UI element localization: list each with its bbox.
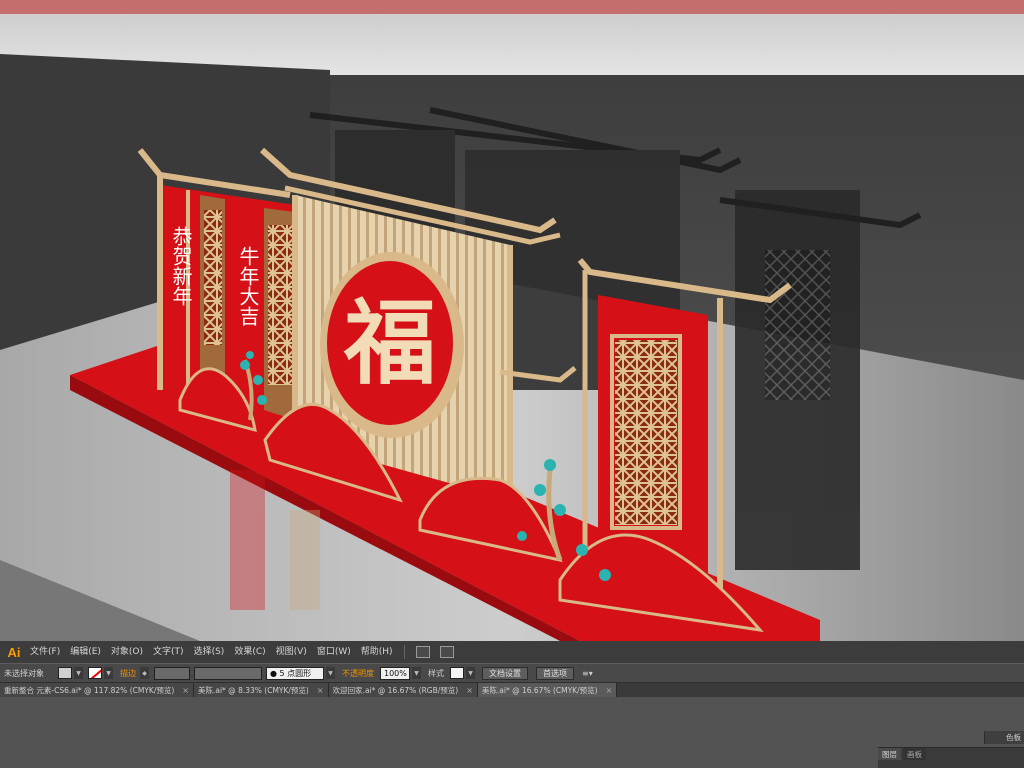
stroke-dropdown-icon[interactable]: ▼ [104, 667, 113, 679]
illustrator-ui: Ai 文件(F) 编辑(E) 对象(O) 文字(T) 选择(S) 效果(C) 视… [0, 641, 1024, 768]
document-tab-label: 美陈.ai* @ 16.67% (CMYK/预览) [481, 685, 598, 695]
variable-width-field[interactable] [194, 666, 262, 680]
menu-effect[interactable]: 效果(C) [229, 641, 270, 663]
menu-divider [403, 645, 405, 659]
brush-dot-icon: ● [270, 668, 280, 678]
canvas-workspace[interactable] [0, 697, 1024, 768]
fill-dropdown-icon[interactable]: ▼ [74, 667, 83, 679]
workspace-switcher-icon[interactable] [439, 646, 454, 658]
close-icon[interactable]: × [466, 686, 473, 695]
banner-left-text: 恭贺新年 [169, 226, 193, 306]
opacity-label[interactable]: 不透明度 [338, 668, 378, 679]
close-icon[interactable]: × [606, 686, 613, 695]
menu-view[interactable]: 视图(V) [271, 641, 312, 663]
document-setup-button[interactable]: 文档设置 [482, 666, 528, 680]
bridge-icon[interactable] [415, 646, 430, 658]
control-bar: 未选择对象 ▼ ▼ 描边 ◆ ● 5 点圆形 ▼ 不透明度 100% ▼ 样式 … [0, 663, 1024, 683]
close-icon[interactable]: × [317, 686, 324, 695]
control-bar-menu-icon[interactable]: ≡▾ [578, 669, 597, 678]
menu-bar: Ai 文件(F) 编辑(E) 对象(O) 文字(T) 选择(S) 效果(C) 视… [0, 641, 1024, 663]
tab-layers[interactable]: 图层 [878, 748, 901, 760]
document-tab-label: 重新整合 元素-CS6.ai* @ 117.82% (CMYK/预览) [4, 685, 175, 695]
brush-value: 5 点圆形 [279, 668, 312, 678]
menu-edit[interactable]: 编辑(E) [65, 641, 106, 663]
menu-file[interactable]: 文件(F) [25, 641, 65, 663]
menu-select[interactable]: 选择(S) [189, 641, 230, 663]
stroke-weight-field[interactable] [154, 666, 190, 680]
tab-artboards[interactable]: 画板 [903, 748, 926, 760]
fill-swatch[interactable] [58, 667, 72, 679]
stroke-weight-stepper[interactable]: ◆ [140, 667, 149, 679]
swatches-panel-tab[interactable]: 色板 [984, 731, 1024, 744]
opacity-dropdown-icon[interactable]: ▼ [412, 667, 421, 679]
opacity-field[interactable]: 100% [380, 666, 410, 680]
style-label: 样式 [428, 668, 444, 678]
stage-render: 恭贺新年 牛年大吉 福 [0, 0, 1024, 641]
banner-right-text: 牛年大吉 [236, 246, 260, 326]
rendered-scene: 恭贺新年 牛年大吉 福 [0, 0, 1024, 641]
document-tab[interactable]: 重新整合 元素-CS6.ai* @ 117.82% (CMYK/预览) × [0, 683, 194, 697]
document-tab-label: 美陈.ai* @ 8.33% (CMYK/预览) [197, 685, 309, 695]
app-logo: Ai [7, 644, 21, 660]
menu-object[interactable]: 对象(O) [106, 641, 148, 663]
menu-help[interactable]: 帮助(H) [356, 641, 398, 663]
document-tab-bar: 重新整合 元素-CS6.ai* @ 117.82% (CMYK/预览) × 美陈… [0, 683, 1024, 697]
style-dropdown-icon[interactable]: ▼ [466, 667, 475, 679]
menu-type[interactable]: 文字(T) [148, 641, 189, 663]
fu-emblem-char: 福 [343, 289, 436, 397]
layers-panel: 图层 画板 [878, 747, 1024, 768]
document-tab-active[interactable]: 美陈.ai* @ 16.67% (CMYK/预览) × [477, 683, 618, 697]
preferences-button[interactable]: 首选项 [536, 666, 574, 680]
style-swatch[interactable] [450, 667, 464, 679]
brush-field[interactable]: ● 5 点圆形 [266, 666, 324, 680]
brush-dropdown-icon[interactable]: ▼ [326, 667, 335, 679]
stroke-label[interactable]: 描边 [116, 668, 140, 679]
close-icon[interactable]: × [182, 686, 189, 695]
selection-status: 未选择对象 [4, 668, 44, 678]
swatches-panel-label: 色板 [1006, 733, 1021, 742]
menu-window[interactable]: 窗口(W) [312, 641, 356, 663]
document-tab[interactable]: 美陈.ai* @ 8.33% (CMYK/预览) × [193, 683, 329, 697]
document-tab[interactable]: 欢迎回家.ai* @ 16.67% (RGB/预览) × [328, 683, 478, 697]
stroke-swatch[interactable] [88, 667, 102, 679]
document-tab-label: 欢迎回家.ai* @ 16.67% (RGB/预览) [332, 685, 459, 695]
